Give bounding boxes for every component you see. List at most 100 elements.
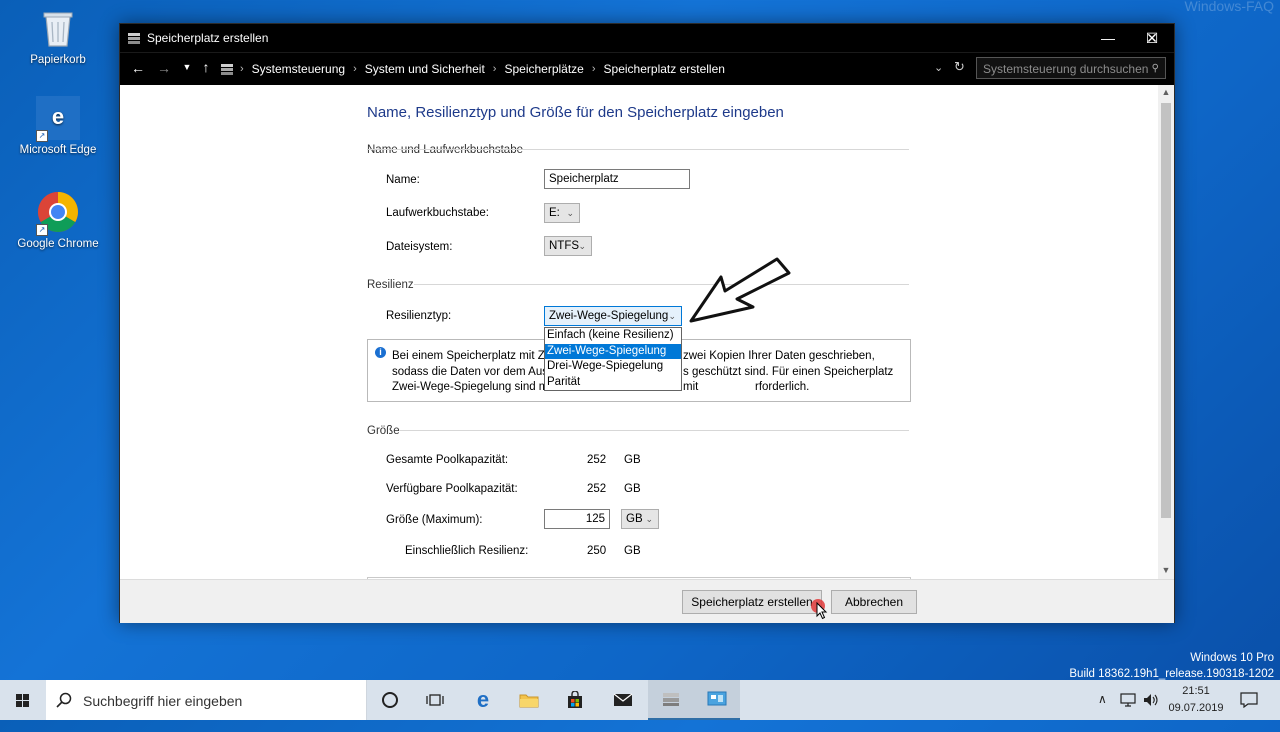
desktop-icon-edge[interactable]: e ↗ Microsoft Edge <box>14 96 102 156</box>
size-max-label: Größe (Maximum): <box>386 514 483 526</box>
windows-logo-icon <box>16 694 29 707</box>
clock-date: 09.07.2019 <box>1168 702 1224 714</box>
section-name-label: Name und Laufwerkbuchstabe <box>367 144 523 156</box>
section-resilience-label: Resilienz <box>367 279 414 291</box>
network-icon[interactable] <box>1120 693 1136 707</box>
shortcut-arrow-icon: ↗ <box>36 130 48 142</box>
scroll-thumb[interactable] <box>1161 103 1171 518</box>
storage-spaces-icon <box>663 693 679 706</box>
scroll-down-icon[interactable]: ▼ <box>1158 565 1174 575</box>
back-arrow-icon[interactable]: ← <box>127 60 149 76</box>
clock-time: 21:51 <box>1182 685 1210 697</box>
recycle-bin-icon <box>36 6 80 50</box>
create-storage-space-button[interactable]: Speicherplatz erstellen <box>682 590 822 614</box>
resilience-type-options: Einfach (keine Resilienz) Zwei-Wege-Spie… <box>544 327 682 391</box>
task-view-button[interactable] <box>412 680 458 720</box>
including-resilience-value: 250 <box>587 545 607 557</box>
breadcrumb-separator-icon: › <box>240 63 244 75</box>
vertical-scrollbar[interactable]: ▲ ▼ <box>1158 85 1174 579</box>
forward-arrow-icon[interactable]: → <box>153 60 175 76</box>
option-parity[interactable]: Parität <box>545 375 681 391</box>
option-three-way-mirror[interactable]: Drei-Wege-Spiegelung <box>545 359 681 375</box>
resilience-type-value: Zwei-Wege-Spiegelung <box>549 310 669 322</box>
watermark: Windows-FAQ <box>1184 0 1274 14</box>
taskbar-store[interactable] <box>552 680 598 720</box>
info-text-fragment: sodass die Daten vor dem Aus <box>392 365 548 378</box>
content-area: Name, Resilienztyp und Größe für den Spe… <box>120 85 1158 579</box>
address-dropdown-chevron-icon[interactable]: ⌄ <box>934 61 943 74</box>
taskbar-mail[interactable] <box>600 680 646 720</box>
breadcrumb: › Systemsteuerung › System und Sicherhei… <box>240 59 978 79</box>
desktop-icon-chrome[interactable]: ↗ Google Chrome <box>14 190 102 250</box>
action-center-icon[interactable] <box>1240 692 1258 708</box>
including-resilience-unit: GB <box>624 545 641 557</box>
taskbar: Suchbegriff hier eingeben e ∧ 21:51 09.0… <box>0 680 1280 720</box>
chrome-icon: ↗ <box>36 190 80 236</box>
section-divider <box>414 284 909 285</box>
title-bar[interactable]: Speicherplatz erstellen — ☐ ✕ <box>120 24 1174 52</box>
shortcut-arrow-icon: ↗ <box>36 224 48 236</box>
breadcrumb-item[interactable]: System und Sicherheit <box>365 62 485 76</box>
breadcrumb-separator-icon: › <box>591 63 596 75</box>
refresh-icon[interactable]: ↻ <box>954 59 965 75</box>
size-input[interactable]: 125 <box>544 509 610 529</box>
start-button[interactable] <box>0 680 46 720</box>
info-icon: i <box>375 347 386 358</box>
file-system-select[interactable]: NTFS ⌄ <box>544 236 592 256</box>
control-panel-search-input[interactable]: Systemsteuerung durchsuchen ⚲ <box>976 57 1166 79</box>
info-text-fragment: rforderlich. <box>755 381 810 393</box>
window-title: Speicherplatz erstellen <box>147 31 269 45</box>
task-view-icon <box>426 694 444 706</box>
taskbar-storage-spaces[interactable] <box>648 680 694 720</box>
search-placeholder: Systemsteuerung durchsuchen <box>983 62 1149 76</box>
store-bag-icon <box>568 691 582 708</box>
chevron-down-icon: ⌄ <box>668 311 676 321</box>
breadcrumb-item[interactable]: Speicherplatz erstellen <box>604 62 725 76</box>
storage-space-window: Speicherplatz erstellen — ☐ ✕ ← → ▼ ↑ › … <box>119 23 1175 623</box>
size-unit-value: GB <box>626 513 643 525</box>
available-capacity-unit: GB <box>624 483 641 495</box>
section-size-label: Größe <box>367 425 400 437</box>
storage-spaces-icon <box>128 33 140 44</box>
minimize-button[interactable]: — <box>1086 24 1130 52</box>
taskbar-search-placeholder: Suchbegriff hier eingeben <box>83 693 243 709</box>
taskbar-search-input[interactable]: Suchbegriff hier eingeben <box>46 680 367 720</box>
os-name: Windows 10 Pro <box>1190 652 1274 664</box>
taskbar-clock[interactable]: 21:51 09.07.2019 <box>1155 683 1237 717</box>
name-input[interactable]: Speicherplatz <box>544 169 690 189</box>
cancel-button[interactable]: Abbrechen <box>831 590 917 614</box>
show-hidden-icons-chevron-icon[interactable]: ∧ <box>1098 692 1107 732</box>
file-system-label: Dateisystem: <box>386 241 453 253</box>
available-capacity-label: Verfügbare Poolkapazität: <box>386 483 518 495</box>
cortana-circle-icon <box>382 692 398 708</box>
file-system-value: NTFS <box>549 240 580 252</box>
cortana-button[interactable] <box>367 680 413 720</box>
total-capacity-label: Gesamte Poolkapazität: <box>386 454 509 466</box>
desktop-icon-label: Papierkorb <box>30 54 86 66</box>
storage-spaces-location-icon <box>221 64 233 75</box>
info-text-fragment: Bei einem Speicherplatz mit Zw <box>392 350 554 362</box>
size-unit-select[interactable]: GB ⌄ <box>621 509 659 529</box>
chevron-down-icon: ⌄ <box>566 208 574 218</box>
breadcrumb-separator-icon: › <box>492 63 497 75</box>
taskbar-control-panel[interactable] <box>694 680 740 720</box>
including-resilience-label: Einschließlich Resilienz: <box>405 545 529 557</box>
taskbar-file-explorer[interactable] <box>506 680 552 720</box>
desktop-icon-label: Google Chrome <box>17 238 99 250</box>
breadcrumb-item[interactable]: Speicherplätze <box>504 62 583 76</box>
desktop-icon-recycle-bin[interactable]: Papierkorb <box>14 6 102 66</box>
option-simple[interactable]: Einfach (keine Resilienz) <box>545 328 681 344</box>
breadcrumb-item[interactable]: Systemsteuerung <box>252 62 345 76</box>
drive-letter-select[interactable]: E: ⌄ <box>544 203 580 223</box>
option-two-way-mirror[interactable]: Zwei-Wege-Spiegelung <box>545 343 681 359</box>
name-label: Name: <box>386 174 420 186</box>
scroll-up-icon[interactable]: ▲ <box>1158 87 1174 97</box>
resilience-type-select[interactable]: Zwei-Wege-Spiegelung ⌄ <box>544 306 682 326</box>
edge-icon: e ↗ <box>36 96 80 142</box>
mouse-cursor-icon <box>816 602 828 620</box>
close-button[interactable]: ✕ <box>1130 24 1174 52</box>
taskbar-edge[interactable]: e <box>460 680 506 720</box>
up-arrow-icon[interactable]: ↑ <box>195 59 217 75</box>
edge-icon: e <box>476 687 490 712</box>
total-capacity-unit: GB <box>624 454 641 466</box>
